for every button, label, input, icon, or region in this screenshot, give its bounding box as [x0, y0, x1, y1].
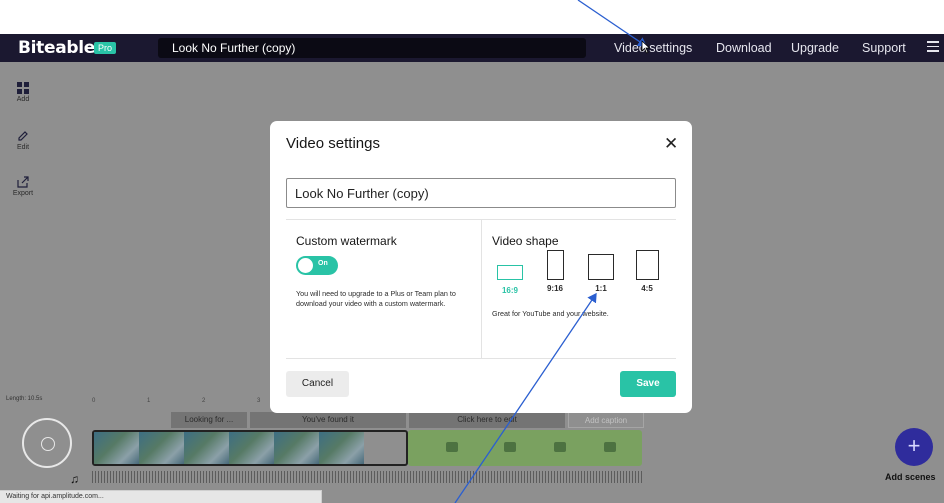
timeline-tick: 1 [147, 398, 151, 404]
shape-option-4-5[interactable]: 4:5 [632, 250, 662, 293]
mouse-cursor-icon [641, 40, 651, 54]
sidebar-item-label: Edit [16, 144, 30, 151]
toggle-knob [298, 258, 313, 273]
pencil-icon [18, 131, 28, 141]
cancel-button[interactable]: Cancel [286, 371, 349, 397]
sidebar-item-edit[interactable]: Edit [8, 130, 38, 151]
scene-label[interactable]: Looking for ... [171, 412, 247, 428]
video-track[interactable] [92, 430, 408, 466]
dialog-title: Video settings [286, 135, 380, 152]
video-thumbnail [94, 432, 139, 464]
video-thumbnail [229, 432, 274, 464]
add-scenes-label: Add scenes [885, 472, 936, 482]
video-shape-note: Great for YouTube and your website. [492, 309, 609, 318]
shape-label: 4:5 [641, 284, 653, 293]
timeline-tick: 2 [202, 398, 206, 404]
nav-video-settings[interactable]: Video settings [614, 41, 692, 55]
sidebar-item-label: Export [12, 190, 34, 197]
shape-option-1-1[interactable]: 1:1 [585, 250, 617, 293]
music-note-icon[interactable]: ♫ [70, 472, 79, 486]
sidebar-item-export[interactable]: Export [8, 176, 38, 197]
export-icon [17, 176, 29, 188]
shape-label: 16:9 [501, 286, 518, 295]
pro-badge: Pro [94, 42, 117, 54]
square-shape-icon [588, 254, 614, 280]
nav-support[interactable]: Support [862, 41, 906, 55]
top-bar: Biteable Pro Look No Further (copy) Vide… [0, 34, 944, 62]
timeline-tick: 0 [92, 398, 96, 404]
watermark-toggle[interactable]: On [296, 256, 338, 275]
scene-label[interactable]: You've found it [250, 412, 406, 428]
hamburger-menu-icon[interactable] [927, 41, 939, 53]
scene-marker-icon [504, 442, 516, 452]
timeline-tick: 3 [257, 398, 261, 404]
sidebar-item-label: Add [16, 96, 30, 103]
add-caption-button[interactable]: Add caption [568, 412, 644, 428]
project-title-field[interactable]: Look No Further (copy) [158, 38, 586, 58]
scene-marker-icon [446, 442, 458, 452]
video-thumbnail [319, 432, 364, 464]
sidebar-item-add[interactable]: Add [8, 82, 38, 103]
video-thumbnail [139, 432, 184, 464]
shape-label: 9:16 [546, 284, 563, 293]
biteable-logo[interactable]: Biteable [18, 38, 95, 58]
watermark-note: You will need to upgrade to a Plus or Te… [296, 289, 456, 308]
video-settings-dialog: Video settings ✕ Custom watermark On You… [270, 121, 692, 413]
audio-track[interactable] [92, 471, 642, 483]
video-title-input[interactable] [286, 178, 676, 208]
browser-status-bar: Waiting for api.amplitude.com... [0, 490, 322, 503]
toggle-label: On [318, 260, 328, 267]
scene-label[interactable]: Click here to edit [409, 412, 565, 428]
shape-label: 1:1 [595, 284, 607, 293]
add-scenes-button[interactable]: + [895, 428, 933, 466]
text-scene-track[interactable] [408, 430, 642, 466]
scene-marker-icon [604, 442, 616, 452]
divider [286, 358, 676, 359]
length-label: Length: 10.5s [6, 396, 43, 402]
shape-option-16-9[interactable]: 16:9 [494, 261, 526, 295]
watermark-heading: Custom watermark [296, 234, 397, 248]
shape-option-9-16[interactable]: 9:16 [540, 250, 570, 293]
scene-marker-icon [554, 442, 566, 452]
sidebar: Add Edit Export [0, 62, 44, 392]
nav-download[interactable]: Download [716, 41, 772, 55]
nav-upgrade[interactable]: Upgrade [791, 41, 839, 55]
video-thumbnail [184, 432, 229, 464]
video-shape-heading: Video shape [492, 234, 559, 248]
divider [481, 220, 482, 358]
save-button[interactable]: Save [620, 371, 676, 397]
close-icon[interactable]: ✕ [664, 134, 678, 154]
app-window: Biteable Pro Look No Further (copy) Vide… [0, 0, 944, 503]
play-button[interactable] [22, 418, 72, 468]
grid-icon [17, 82, 29, 94]
landscape-shape-icon [497, 265, 523, 280]
video-thumbnail [274, 432, 319, 464]
portrait-4-5-shape-icon [635, 250, 659, 280]
portrait-shape-icon [546, 250, 564, 280]
